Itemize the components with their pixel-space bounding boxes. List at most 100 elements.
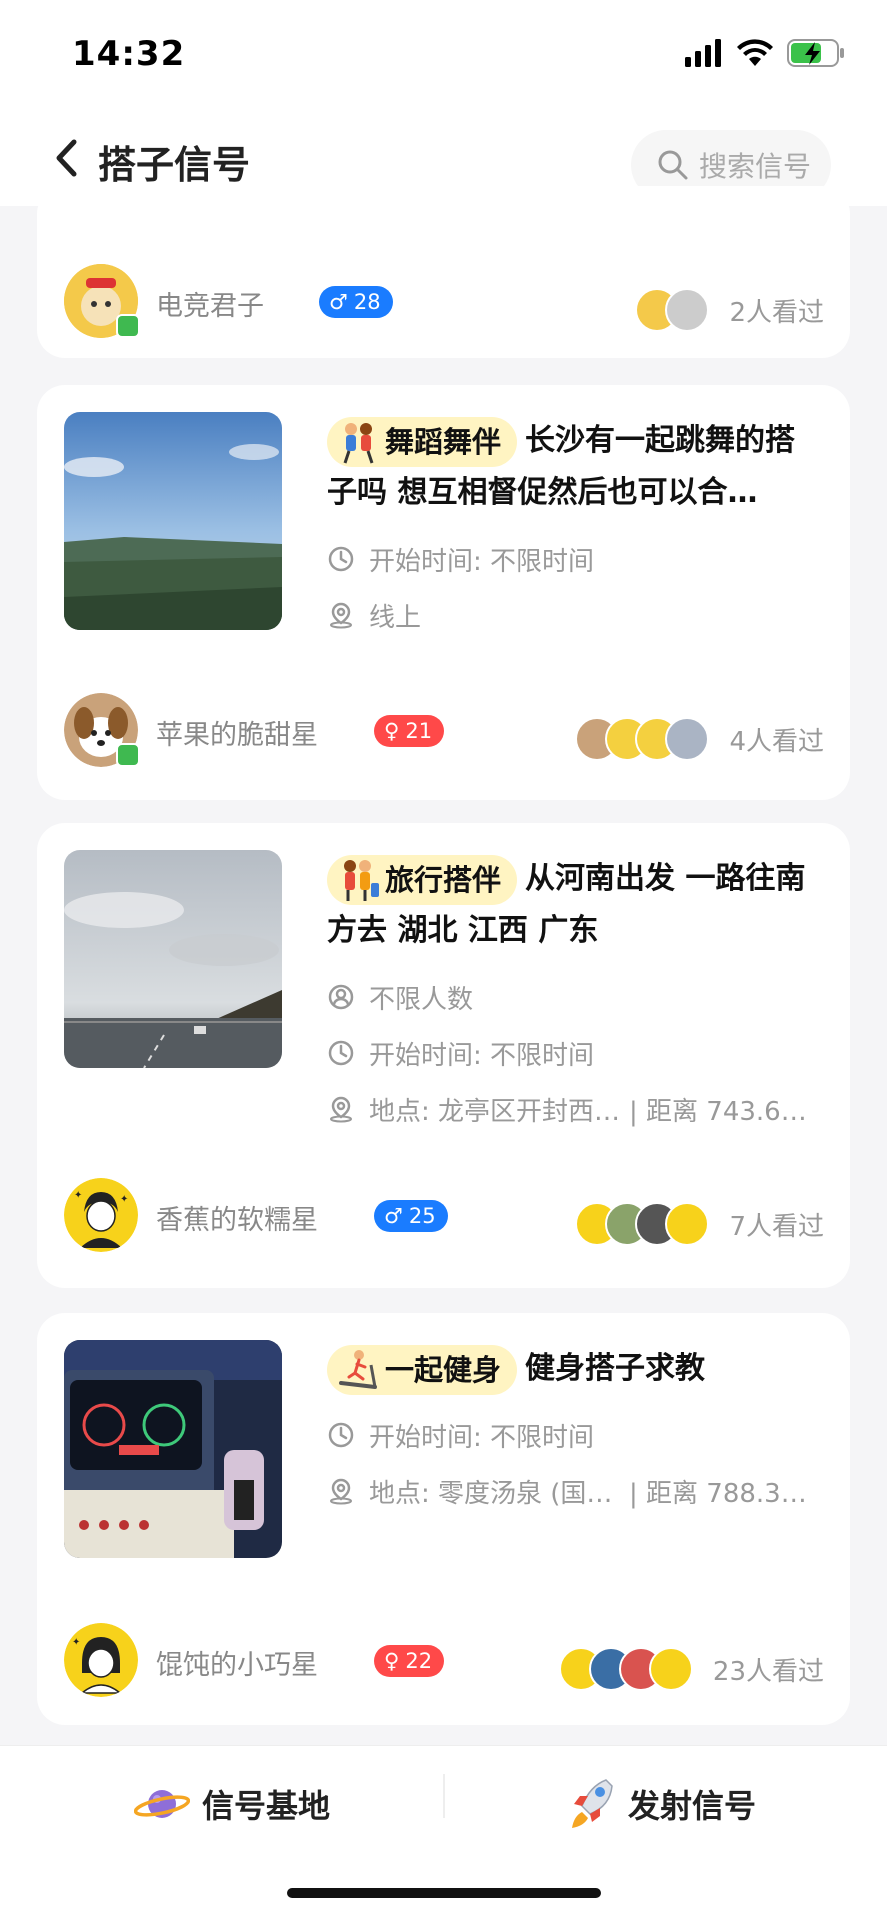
views-count: 4人看过: [729, 726, 824, 757]
viewers[interactable]: 4人看过: [575, 715, 824, 763]
location: 线上: [369, 602, 422, 633]
views-count: 7人看过: [729, 1211, 824, 1242]
viewers[interactable]: 7人看过: [575, 1200, 824, 1248]
card-title[interactable]: 一起健身 健身搭子求教: [327, 1343, 824, 1395]
distance: | 距离 743.6…: [629, 1096, 807, 1127]
age: 21: [405, 719, 433, 743]
status-time: 14:32: [72, 34, 186, 74]
planet-icon: [134, 1790, 190, 1818]
start-time: 开始时间: 不限时间: [369, 1040, 595, 1071]
viewer-avatars: [575, 1202, 710, 1246]
start-time-row: 开始时间: 不限时间: [327, 531, 824, 587]
female-icon: ♀: [384, 719, 400, 743]
verified-badge-icon: [116, 314, 140, 338]
cellular-signal-icon: [685, 39, 721, 67]
viewer-avatar: [665, 1202, 710, 1246]
gender-age-badge: ♂ 25: [374, 1200, 448, 1232]
svg-text:✦: ✦: [72, 1637, 80, 1648]
location-pin-icon: [330, 1478, 352, 1505]
people-row: 不限人数: [327, 969, 824, 1025]
age: 22: [405, 1649, 433, 1673]
travelers-icon: [344, 859, 379, 901]
page-title: 搭子信号: [98, 143, 251, 187]
clock-icon: [328, 1040, 354, 1066]
avatar-image: ✦ ✦: [64, 1178, 138, 1252]
start-time-row: 开始时间: 不限时间: [327, 1407, 824, 1463]
bottom-nav: 信号基地 发射信号: [0, 1745, 887, 1920]
card-footer: 苹果的脆甜星 ♀ 21 4人看过: [64, 693, 824, 767]
home-indicator[interactable]: [287, 1888, 601, 1898]
people-limit: 不限人数: [369, 984, 474, 1015]
card-image[interactable]: [64, 1340, 282, 1558]
back-button[interactable]: [48, 134, 84, 182]
category-tag[interactable]: 旅行搭伴: [327, 854, 518, 905]
chevron-left-icon: [56, 139, 77, 177]
verified-badge-icon: [116, 743, 140, 767]
card-title[interactable]: 旅行搭伴 从河南出发 一路往南方去 湖北 江西 广东: [327, 853, 824, 957]
female-icon: ♀: [384, 1649, 400, 1673]
card-footer: ✦ 馄饨的小巧星 ♀ 22 23人看过: [64, 1623, 824, 1697]
views-count: 2人看过: [729, 297, 824, 328]
launch-signal-tab[interactable]: 发射信号: [566, 1774, 756, 1834]
card-image[interactable]: [64, 850, 282, 1068]
card-footer: ✦ ✦ 香蕉的软糯星 ♂ 25 7人看过: [64, 1178, 824, 1252]
category-tag[interactable]: 一起健身: [327, 1344, 518, 1395]
launch-signal-label: 发射信号: [628, 1787, 757, 1825]
gender-age-badge: ♀ 21: [374, 715, 445, 747]
rocket-icon: [572, 1779, 613, 1828]
gender-age-badge: ♀ 22: [374, 1645, 445, 1677]
signal-card[interactable]: 旅行搭伴 从河南出发 一路往南方去 湖北 江西 广东 不限人数 开始时间: 不限…: [37, 823, 850, 1288]
viewer-avatar: [648, 1647, 693, 1691]
male-icon: ♂: [384, 1204, 403, 1228]
viewer-avatars: [558, 1647, 693, 1691]
start-time: 开始时间: 不限时间: [369, 546, 595, 577]
signal-card[interactable]: 舞蹈舞伴 长沙有一起跳舞的搭子吗 想互相督促然后也可以合… 开始时间: 不限时间…: [37, 385, 850, 800]
tag-label: 旅行搭伴: [385, 862, 502, 897]
viewers[interactable]: 23人看过: [558, 1645, 824, 1693]
card-footer: 电竞君子 ♂ 28 2人看过: [64, 264, 824, 338]
bottom-divider: [443, 1774, 445, 1818]
username[interactable]: 馄饨的小巧星: [156, 1643, 318, 1682]
card-content[interactable]: 一起健身 健身搭子求教 开始时间: 不限时间 地点: 零度汤泉 (国… | 距离…: [327, 1343, 824, 1519]
signal-base-tab[interactable]: 信号基地: [134, 1774, 330, 1834]
road-image: [64, 850, 282, 1068]
viewers[interactable]: 2人看过: [635, 286, 824, 334]
username[interactable]: 电竞君子: [156, 284, 264, 323]
username[interactable]: 香蕉的软糯星: [156, 1198, 318, 1237]
start-time-row: 开始时间: 不限时间: [327, 1025, 824, 1081]
treadmill-runner-icon: [339, 1349, 377, 1389]
start-time: 开始时间: 不限时间: [369, 1422, 595, 1453]
search-icon: [658, 150, 688, 180]
signal-card[interactable]: 电竞君子 ♂ 28 2人看过: [37, 186, 850, 358]
views-count: 23人看过: [712, 1656, 824, 1687]
viewer-avatar: [665, 288, 710, 332]
card-image[interactable]: [64, 412, 282, 630]
signal-card[interactable]: 一起健身 健身搭子求教 开始时间: 不限时间 地点: 零度汤泉 (国… | 距离…: [37, 1313, 850, 1725]
card-title[interactable]: 舞蹈舞伴 长沙有一起跳舞的搭子吗 想互相督促然后也可以合…: [327, 415, 824, 519]
location: 地点: 龙亭区开封西…: [369, 1096, 621, 1127]
svg-text:✦: ✦: [74, 1190, 82, 1201]
card-content[interactable]: 旅行搭伴 从河南出发 一路往南方去 湖北 江西 广东 不限人数 开始时间: 不限…: [327, 853, 824, 1137]
location-pin-icon: [330, 1096, 352, 1123]
dancers-icon: [343, 422, 374, 463]
age: 28: [353, 290, 381, 314]
tag-label: 一起健身: [385, 1352, 502, 1387]
status-icons: [685, 38, 845, 68]
clock-icon: [328, 1422, 354, 1448]
avatar[interactable]: ✦ ✦: [64, 1178, 138, 1252]
age: 25: [408, 1204, 436, 1228]
landscape-image: [64, 412, 282, 630]
category-tag[interactable]: 舞蹈舞伴: [327, 416, 518, 467]
viewer-avatars: [635, 288, 710, 332]
username[interactable]: 苹果的脆甜星: [156, 713, 318, 752]
treadmill-image: [64, 1340, 282, 1558]
male-icon: ♂: [329, 290, 348, 314]
status-bar: 14:32: [0, 0, 887, 110]
gender-age-badge: ♂ 28: [319, 286, 393, 318]
signal-base-label: 信号基地: [202, 1787, 331, 1825]
location-row: 地点: 零度汤泉 (国… | 距离 788.3…: [327, 1463, 824, 1519]
clock-icon: [328, 546, 354, 572]
card-content[interactable]: 舞蹈舞伴 长沙有一起跳舞的搭子吗 想互相督促然后也可以合… 开始时间: 不限时间…: [327, 415, 824, 643]
wifi-icon: [737, 39, 773, 66]
avatar[interactable]: ✦: [64, 1623, 138, 1697]
